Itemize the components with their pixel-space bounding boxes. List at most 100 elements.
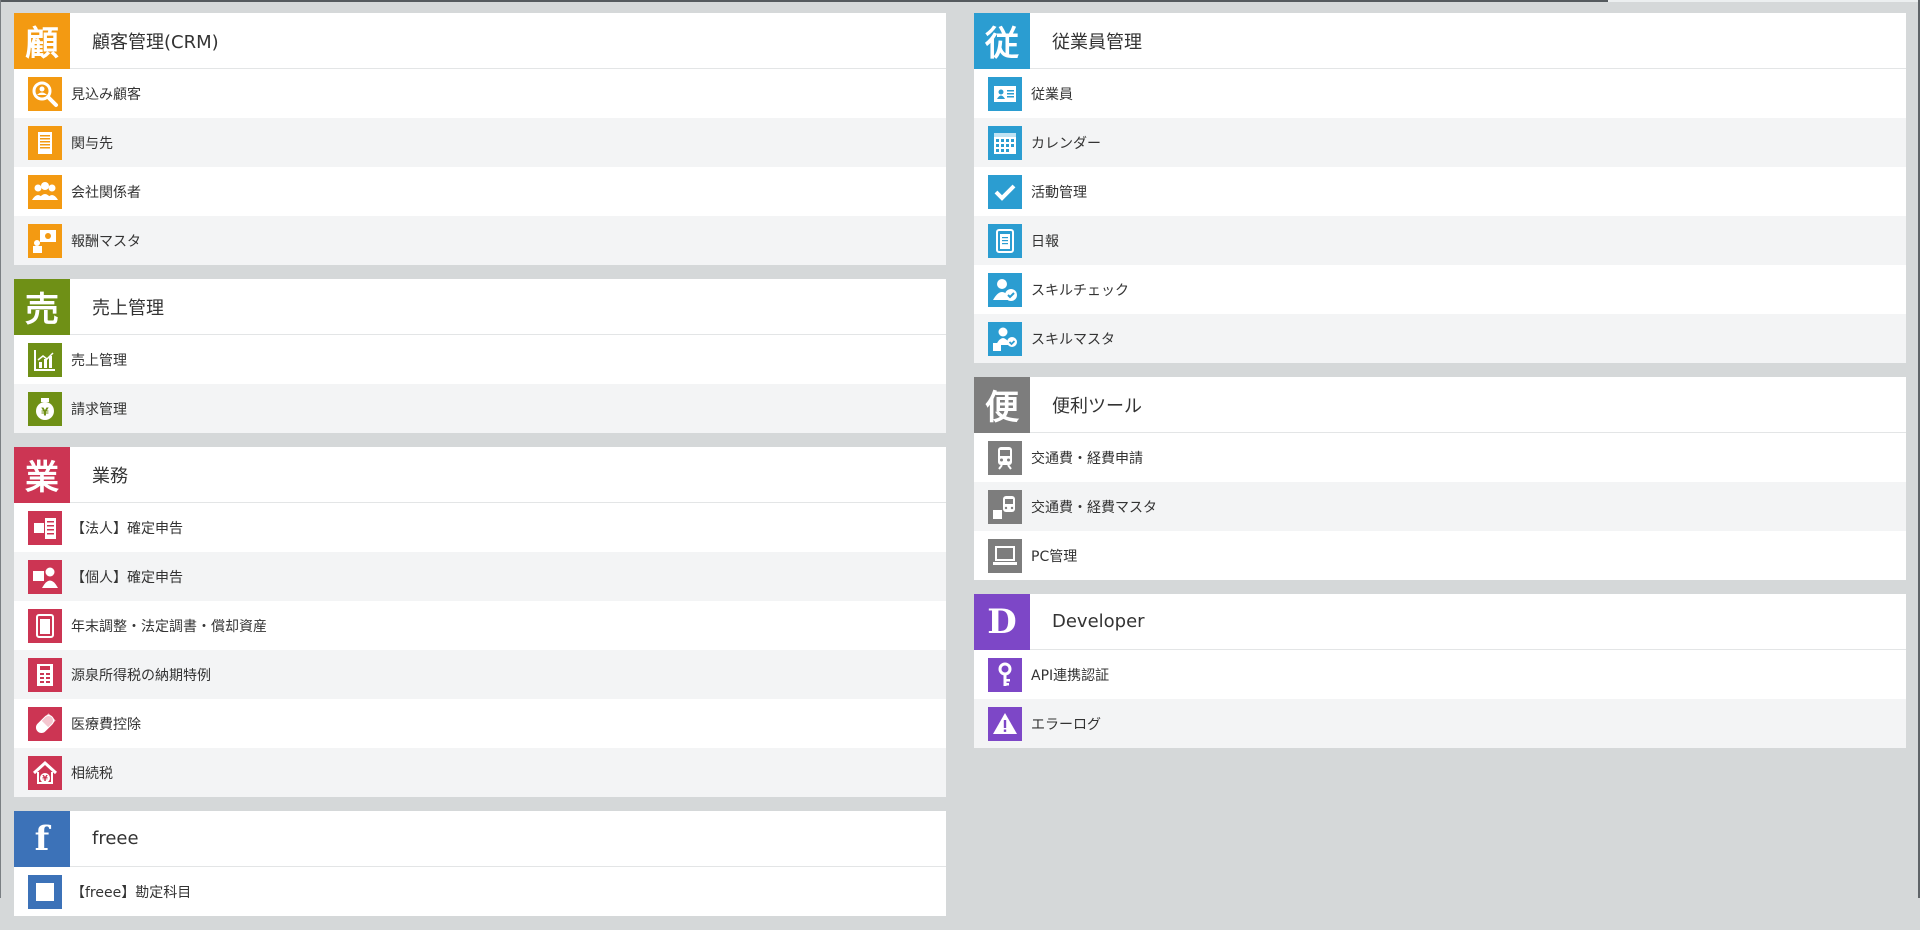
- menu-item-label: 交通費・経費マスタ: [1031, 499, 1157, 516]
- panel-tools: 便 便利ツール 交通費・経費申請 交通費・経費マスタ PC管理: [974, 376, 1906, 580]
- menu-item-withholding-tax-special[interactable]: 源泉所得税の納期特例: [14, 650, 946, 699]
- menu-item-label: 日報: [1031, 233, 1059, 250]
- yen-bag-icon: ¥: [28, 391, 62, 426]
- panel-employee: 従 従業員管理 従業員 カレンダー 活動管理 日報 スキルチェック スキルマスタ: [974, 12, 1906, 363]
- menu-item-company-contacts[interactable]: 会社関係者: [14, 167, 946, 216]
- menu-item-label: 見込み顧客: [71, 86, 141, 103]
- panel-header-employee[interactable]: 従 従業員管理: [974, 12, 1906, 69]
- tax-building-icon: [28, 510, 62, 545]
- menu-item-expense-master[interactable]: 交通費・経費マスタ: [974, 482, 1906, 531]
- menu-item-label: 相続税: [71, 765, 113, 782]
- menu-item-label: 【freee】勘定科目: [71, 884, 192, 901]
- search-person-icon: [28, 76, 62, 111]
- check-icon: [988, 174, 1022, 209]
- skill-check-icon: [988, 272, 1022, 307]
- developer-badge-icon: D: [974, 593, 1030, 650]
- menu-item-employees[interactable]: 従業員: [974, 69, 1906, 118]
- house-yen-icon: ¥: [28, 755, 62, 790]
- menu-item-inheritance-tax[interactable]: ¥ 相続税: [14, 748, 946, 797]
- svg-text:¥: ¥: [42, 774, 48, 783]
- panel-sales: 売 売上管理 売上管理 ¥ 請求管理: [14, 278, 946, 433]
- menu-item-label: 活動管理: [1031, 184, 1087, 201]
- menu-item-label: 売上管理: [71, 352, 127, 369]
- tools-badge-icon: 便: [974, 376, 1030, 433]
- panel-crm: 顧 顧客管理(CRM) 見込み顧客 関与先 会社関係者 報酬マスタ: [14, 12, 946, 265]
- ledger-icon: [28, 874, 62, 909]
- menu-item-corporate-tax-return[interactable]: 【法人】確定申告: [14, 503, 946, 552]
- menu-item-label: 源泉所得税の納期特例: [71, 667, 211, 684]
- menu-item-label: PC管理: [1031, 548, 1078, 565]
- train-master-icon: [988, 489, 1022, 524]
- menu-item-freee-accounts[interactable]: 【freee】勘定科目: [14, 867, 946, 916]
- panel-freee: f freee 【freee】勘定科目: [14, 810, 946, 916]
- pill-icon: [28, 706, 62, 741]
- panel-business: 業 業務 【法人】確定申告 【個人】確定申告 年末調整・法定調書・償却資産 源泉…: [14, 446, 946, 797]
- menu-item-prospects[interactable]: 見込み顧客: [14, 69, 946, 118]
- panel-header-tools[interactable]: 便 便利ツール: [974, 376, 1906, 433]
- menu-item-label: エラーログ: [1031, 716, 1101, 733]
- panel-developer: D Developer API連携認証 エラーログ: [974, 593, 1906, 748]
- menu-item-label: 年末調整・法定調書・償却資産: [71, 618, 267, 635]
- menu-item-expense-request[interactable]: 交通費・経費申請: [974, 433, 1906, 482]
- building-icon: [28, 125, 62, 160]
- menu-item-year-end-adjustment[interactable]: 年末調整・法定調書・償却資産: [14, 601, 946, 650]
- chart-icon: [28, 342, 62, 377]
- menu-item-label: 会社関係者: [71, 184, 141, 201]
- panel-header-sales[interactable]: 売 売上管理: [14, 278, 946, 335]
- tax-person-icon: [28, 559, 62, 594]
- panel-header-business[interactable]: 業 業務: [14, 446, 946, 503]
- panel-header-developer[interactable]: D Developer: [974, 593, 1906, 650]
- warning-icon: [988, 706, 1022, 741]
- menu-item-personal-tax-return[interactable]: 【個人】確定申告: [14, 552, 946, 601]
- report-icon: [988, 223, 1022, 258]
- menu-item-activity-management[interactable]: 活動管理: [974, 167, 1906, 216]
- menu-item-api-auth[interactable]: API連携認証: [974, 650, 1906, 699]
- window-top-bar-tail: [1608, 0, 1920, 2]
- panel-header-crm[interactable]: 顧 顧客管理(CRM): [14, 12, 946, 69]
- right-column: 従 従業員管理 従業員 カレンダー 活動管理 日報 スキルチェック スキルマスタ…: [974, 12, 1906, 762]
- menu-item-label: スキルマスタ: [1031, 331, 1115, 348]
- reward-icon: [28, 223, 62, 258]
- menu-item-pc-management[interactable]: PC管理: [974, 531, 1906, 580]
- menu-item-label: 関与先: [71, 135, 113, 152]
- menu-item-skill-master[interactable]: スキルマスタ: [974, 314, 1906, 363]
- menu-item-label: カレンダー: [1031, 135, 1101, 152]
- menu-item-label: 交通費・経費申請: [1031, 450, 1143, 467]
- menu-item-skill-check[interactable]: スキルチェック: [974, 265, 1906, 314]
- menu-item-label: 報酬マスタ: [71, 233, 141, 250]
- panel-header-freee[interactable]: f freee: [14, 810, 946, 867]
- laptop-icon: [988, 538, 1022, 573]
- menu-item-label: 【個人】確定申告: [71, 569, 183, 586]
- menu-item-label: API連携認証: [1031, 667, 1110, 684]
- menu-item-label: スキルチェック: [1031, 282, 1129, 299]
- crm-badge-icon: 顧: [14, 12, 70, 69]
- menu-item-billing[interactable]: ¥ 請求管理: [14, 384, 946, 433]
- menu-item-sales-management[interactable]: 売上管理: [14, 335, 946, 384]
- business-badge-icon: 業: [14, 446, 70, 503]
- panel-title-business: 業務: [92, 465, 128, 487]
- menu-item-medical-deduction[interactable]: 医療費控除: [14, 699, 946, 748]
- skill-master-icon: [988, 321, 1022, 356]
- documents-icon: [28, 608, 62, 643]
- id-card-icon: [988, 76, 1022, 111]
- employee-badge-icon: 従: [974, 12, 1030, 69]
- left-column: 顧 顧客管理(CRM) 見込み顧客 関与先 会社関係者 報酬マスタ 売 売上管理…: [14, 12, 946, 930]
- panel-title-developer: Developer: [1052, 611, 1145, 632]
- menu-item-label: 医療費控除: [71, 716, 141, 733]
- panel-title-sales: 売上管理: [92, 297, 164, 319]
- menu-item-label: 【法人】確定申告: [71, 520, 183, 537]
- panel-title-tools: 便利ツール: [1052, 395, 1142, 417]
- panel-title-freee: freee: [92, 828, 139, 849]
- menu-item-label: 従業員: [1031, 86, 1073, 103]
- menu-item-calendar[interactable]: カレンダー: [974, 118, 1906, 167]
- train-icon: [988, 440, 1022, 475]
- sales-badge-icon: 売: [14, 278, 70, 335]
- menu-item-label: 請求管理: [71, 401, 127, 418]
- menu-item-clients[interactable]: 関与先: [14, 118, 946, 167]
- freee-badge-icon: f: [14, 810, 70, 867]
- menu-item-reward-master[interactable]: 報酬マスタ: [14, 216, 946, 265]
- key-icon: [988, 657, 1022, 692]
- menu-item-error-log[interactable]: エラーログ: [974, 699, 1906, 748]
- tax-sheet-icon: [28, 657, 62, 692]
- menu-item-daily-report[interactable]: 日報: [974, 216, 1906, 265]
